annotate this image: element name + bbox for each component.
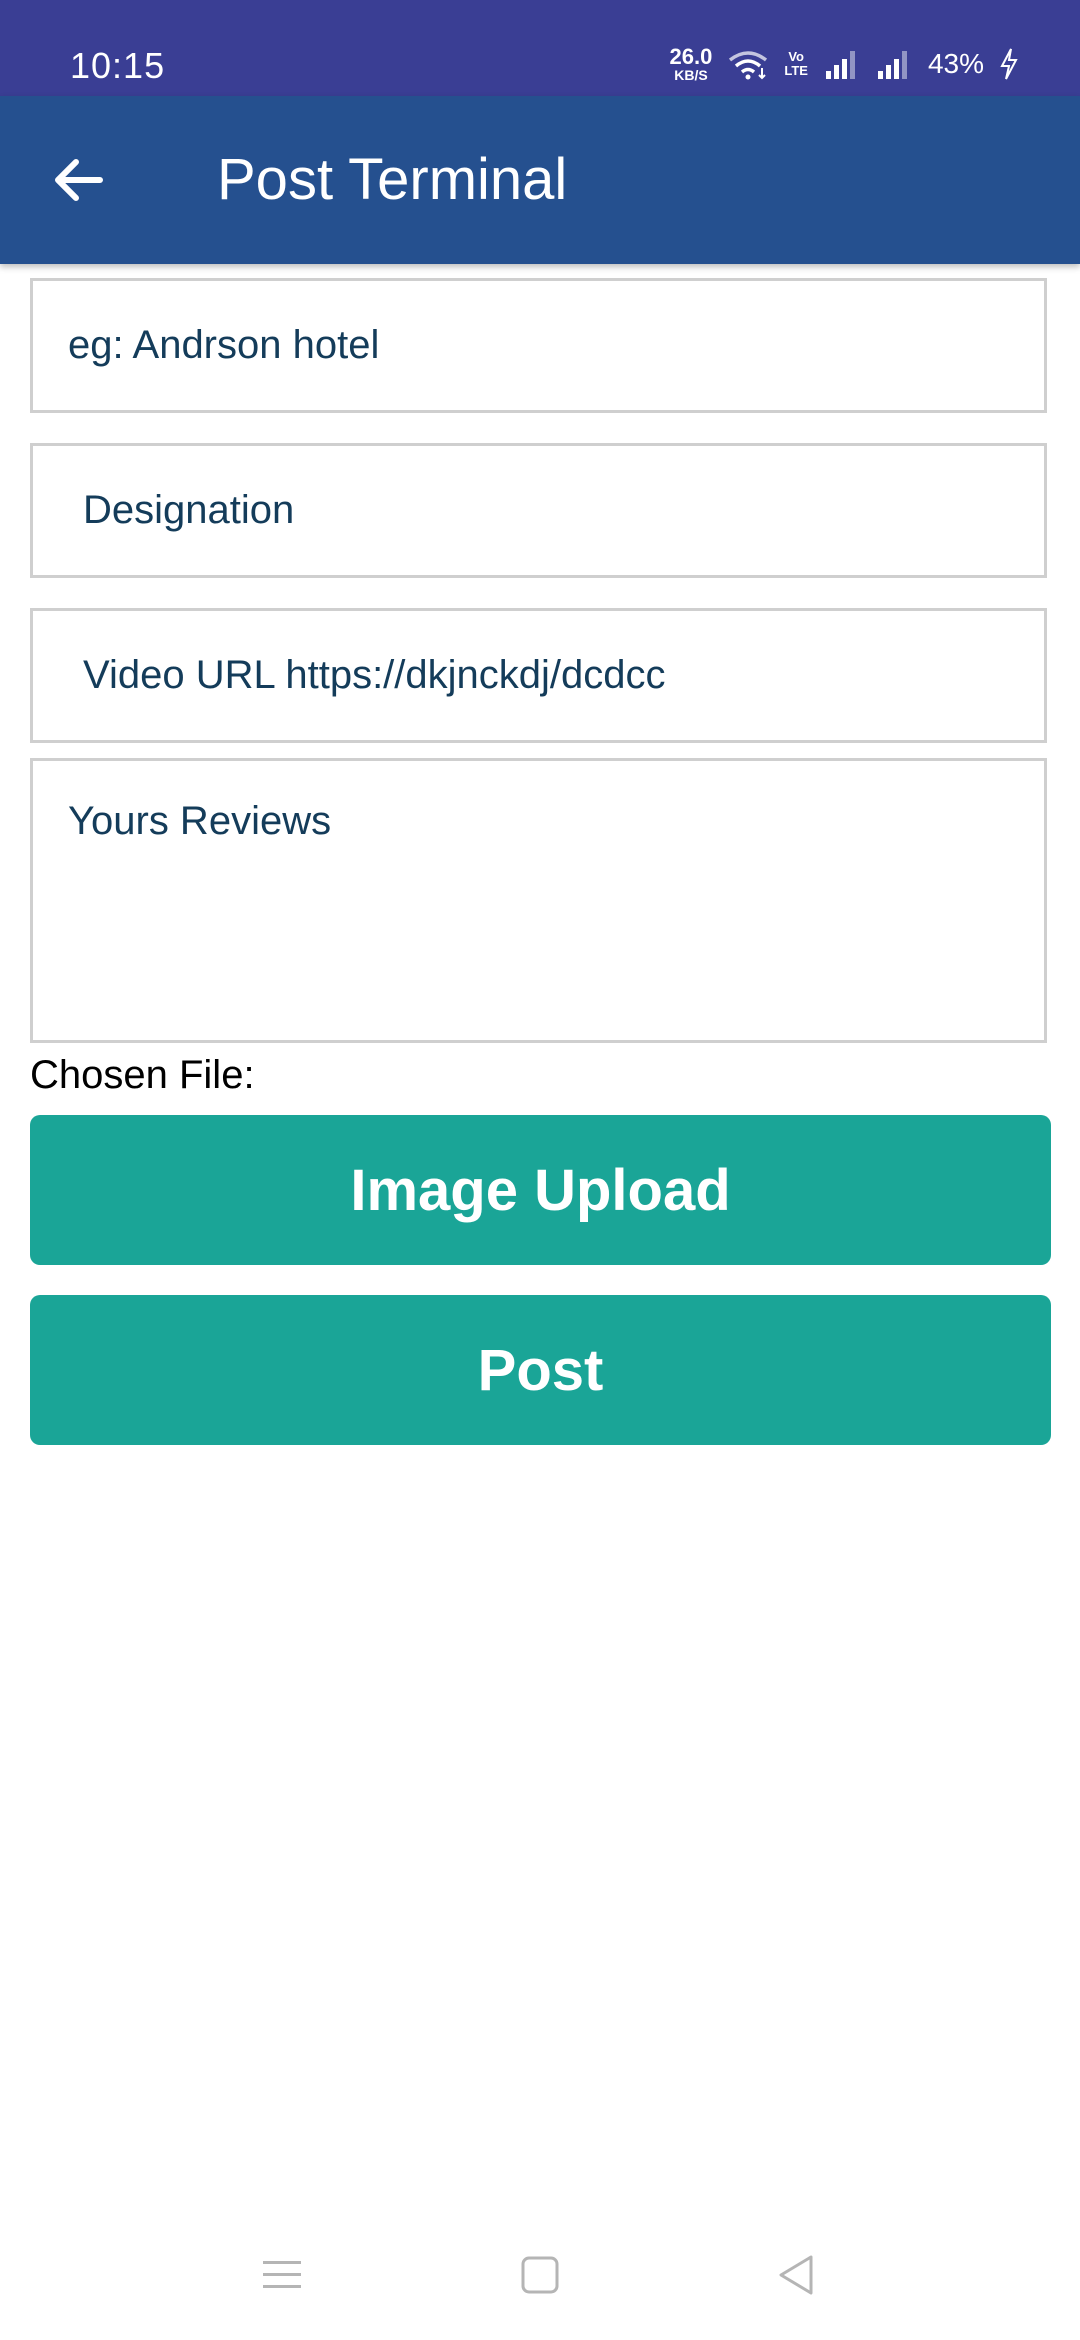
video-url-placeholder: Video URL https://dkjnckdj/dcdcc xyxy=(83,653,666,697)
charging-icon xyxy=(1000,48,1018,80)
menu-icon xyxy=(263,2261,301,2288)
volte-bottom: LTE xyxy=(784,63,808,78)
status-bar: 10:15 26.0 KB/S Vo LTE 43% xyxy=(0,0,1080,96)
reviews-placeholder: Yours Reviews xyxy=(68,799,332,843)
reviews-textarea[interactable]: Yours Reviews xyxy=(30,758,1047,1043)
chosen-file-label: Chosen File: xyxy=(30,1053,255,1097)
signal-icon xyxy=(824,49,860,79)
back-triangle-icon xyxy=(779,2255,813,2295)
volte-indicator: Vo LTE xyxy=(784,50,808,77)
hotel-name-input[interactable]: eg: Andrson hotel xyxy=(30,278,1047,413)
wifi-icon xyxy=(728,48,768,80)
nav-menu-button[interactable] xyxy=(242,2240,322,2310)
app-bar: Post Terminal xyxy=(0,96,1080,264)
arrow-back-icon xyxy=(55,159,103,201)
home-icon xyxy=(521,2256,559,2294)
nav-home-button[interactable] xyxy=(500,2240,580,2310)
network-speed: 26.0 KB/S xyxy=(669,44,713,83)
image-upload-button[interactable]: Image Upload xyxy=(30,1115,1051,1265)
status-icons: 26.0 KB/S Vo LTE 43% xyxy=(670,40,1018,88)
nav-back-button[interactable] xyxy=(756,2240,836,2310)
status-time: 10:15 xyxy=(70,45,166,86)
volte-top: Vo xyxy=(788,49,804,65)
signal-icon xyxy=(876,49,912,79)
page-title: Post Terminal xyxy=(217,147,568,212)
battery-percent: 43% xyxy=(927,48,984,79)
designation-placeholder: Designation xyxy=(83,488,295,532)
network-speed-value: 26.0 xyxy=(669,44,713,69)
hotel-name-placeholder: eg: Andrson hotel xyxy=(68,323,380,367)
back-button[interactable] xyxy=(38,140,118,220)
post-button[interactable]: Post xyxy=(30,1295,1051,1445)
video-url-input[interactable]: Video URL https://dkjnckdj/dcdcc xyxy=(30,608,1047,743)
designation-input[interactable]: Designation xyxy=(30,443,1047,578)
network-speed-unit: KB/S xyxy=(674,67,708,83)
system-nav-bar xyxy=(0,2220,1080,2330)
